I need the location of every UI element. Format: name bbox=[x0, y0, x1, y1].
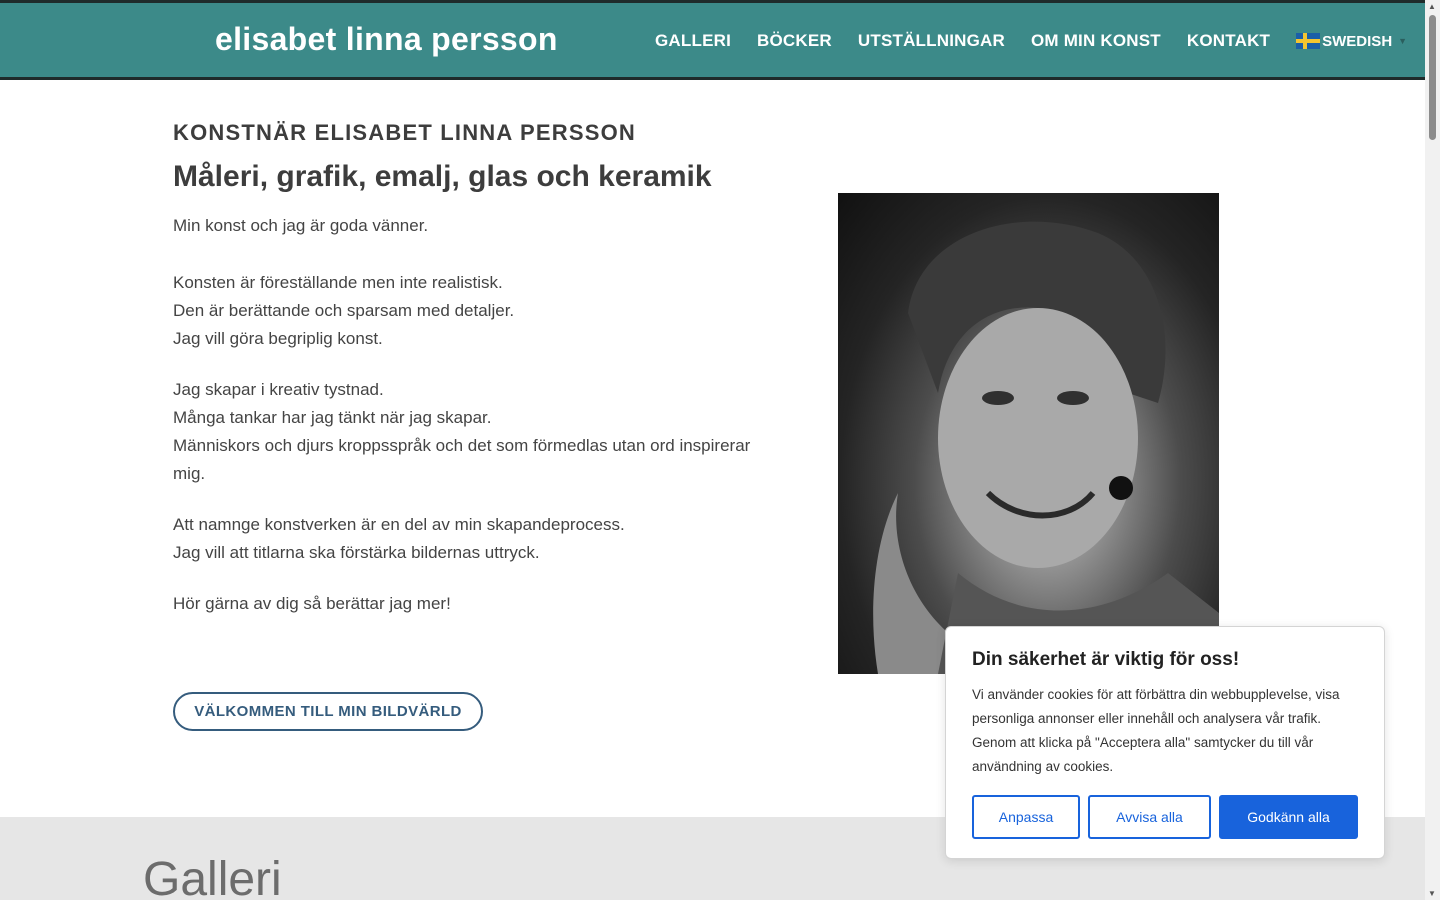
text-line: Att namnge konstverken är en del av min … bbox=[173, 515, 625, 534]
paragraph: Min konst och jag är goda vänner. bbox=[173, 212, 773, 240]
text-line: Människors och djurs kroppsspråk och det… bbox=[173, 436, 751, 483]
portrait-illustration bbox=[873, 221, 1219, 674]
cookie-title: Din säkerhet är viktig för oss! bbox=[972, 649, 1240, 670]
text-line: Många tankar har jag tänkt när jag skapa… bbox=[173, 408, 492, 427]
gallery-heading: Galleri bbox=[143, 853, 282, 906]
nav-item-bocker[interactable]: BÖCKER bbox=[757, 31, 832, 51]
page-scrollbar[interactable]: ▲ ▼ bbox=[1425, 0, 1440, 900]
site-title-link[interactable]: elisabet linna persson bbox=[215, 21, 558, 58]
chevron-down-icon: ▼ bbox=[1398, 36, 1408, 46]
paragraph: Jag skapar i kreativ tystnad. Många tank… bbox=[173, 376, 773, 488]
main-nav: GALLERI BÖCKER UTSTÄLLNINGAR OM MIN KONS… bbox=[655, 31, 1407, 51]
cookie-consent-banner: Din säkerhet är viktig för oss! Vi använ… bbox=[945, 626, 1385, 859]
site-header: elisabet linna persson GALLERI BÖCKER UT… bbox=[0, 0, 1425, 80]
text-line: Den är berättande och sparsam med detalj… bbox=[173, 301, 515, 320]
language-switcher[interactable]: SWEDISH ▼ bbox=[1296, 33, 1407, 50]
artist-portrait-image bbox=[838, 193, 1219, 674]
nav-item-om-min-konst[interactable]: OM MIN KONST bbox=[1031, 31, 1161, 51]
scroll-down-arrow-icon[interactable]: ▼ bbox=[1428, 889, 1436, 898]
text-line: Jag vill att titlarna ska förstärka bild… bbox=[173, 543, 540, 562]
scroll-thumb[interactable] bbox=[1429, 15, 1436, 140]
text-line: Min konst och jag är goda vänner. bbox=[173, 216, 429, 235]
intro-text: Min konst och jag är goda vänner. Konste… bbox=[173, 212, 773, 641]
cookie-reject-all-button[interactable]: Avvisa alla bbox=[1088, 795, 1211, 839]
swedish-flag-icon bbox=[1296, 33, 1321, 49]
nav-item-utstallningar[interactable]: UTSTÄLLNINGAR bbox=[858, 31, 1005, 51]
page-kicker: KONSTNÄR ELISABET LINNA PERSSON bbox=[173, 120, 636, 145]
text-line: Hör gärna av dig så berättar jag mer! bbox=[173, 594, 451, 613]
nav-item-galleri[interactable]: GALLERI bbox=[655, 31, 731, 51]
paragraph: Att namnge konstverken är en del av min … bbox=[173, 511, 773, 567]
text-line: Jag vill göra begriplig konst. bbox=[173, 329, 383, 348]
cookie-customize-button[interactable]: Anpassa bbox=[972, 795, 1080, 839]
paragraph: Hör gärna av dig så berättar jag mer! bbox=[173, 590, 773, 618]
welcome-cta-button[interactable]: VÄLKOMMEN TILL MIN BILDVÄRLD bbox=[173, 692, 483, 731]
paragraph: Konsten är föreställande men inte realis… bbox=[173, 269, 773, 353]
text-line: Jag skapar i kreativ tystnad. bbox=[173, 380, 384, 399]
page-headline: Måleri, grafik, emalj, glas och keramik bbox=[173, 160, 712, 193]
language-label: SWEDISH bbox=[1322, 32, 1393, 50]
cookie-description: Vi använder cookies för att förbättra di… bbox=[972, 687, 1340, 774]
cookie-accept-all-button[interactable]: Godkänn alla bbox=[1219, 795, 1358, 839]
text-line: Konsten är föreställande men inte realis… bbox=[173, 273, 503, 292]
nav-item-kontakt[interactable]: KONTAKT bbox=[1187, 31, 1270, 51]
scroll-up-arrow-icon[interactable]: ▲ bbox=[1428, 2, 1436, 11]
